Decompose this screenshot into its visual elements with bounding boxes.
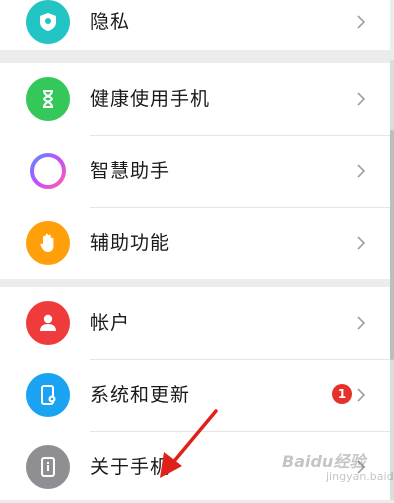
phone-settings-icon — [26, 373, 70, 417]
settings-item-label: 健康使用手机 — [90, 88, 211, 110]
chevron-right-icon — [357, 236, 366, 250]
watermark-logo: Baidu经验 — [282, 452, 366, 471]
update-count-badge: 1 — [332, 384, 352, 404]
account-person-icon — [26, 301, 70, 345]
watermark-url: jingyan.baidu.com — [326, 470, 394, 483]
hand-icon — [26, 221, 70, 265]
settings-item-label: 智慧助手 — [90, 160, 171, 182]
assistant-ring-icon — [26, 149, 70, 193]
settings-item-privacy[interactable]: 隐私 — [0, 0, 390, 58]
settings-item-account[interactable]: 帐户 — [0, 287, 390, 359]
chevron-right-icon — [357, 164, 366, 178]
chevron-right-icon — [357, 388, 366, 402]
settings-item-label: 辅助功能 — [90, 232, 171, 254]
settings-item-label: 帐户 — [90, 312, 131, 334]
settings-item-label: 系统和更新 — [90, 384, 191, 406]
settings-item-label: 关于手机 — [90, 456, 171, 478]
settings-group-2: 健康使用手机 智慧助手 辅助功能 — [0, 63, 390, 279]
hourglass-icon — [26, 77, 70, 121]
settings-item-assistant[interactable]: 智慧助手 — [0, 135, 390, 207]
settings-item-label: 隐私 — [90, 11, 131, 33]
settings-item-accessibility[interactable]: 辅助功能 — [0, 207, 390, 279]
chevron-right-icon — [357, 92, 366, 106]
scrollbar-thumb[interactable] — [390, 130, 394, 360]
phone-info-icon — [26, 445, 70, 489]
settings-group-1: 隐私 — [0, 0, 390, 50]
chevron-right-icon — [357, 15, 366, 29]
settings-item-digital-balance[interactable]: 健康使用手机 — [0, 63, 390, 135]
chevron-right-icon — [357, 316, 366, 330]
privacy-shield-icon — [26, 0, 70, 44]
